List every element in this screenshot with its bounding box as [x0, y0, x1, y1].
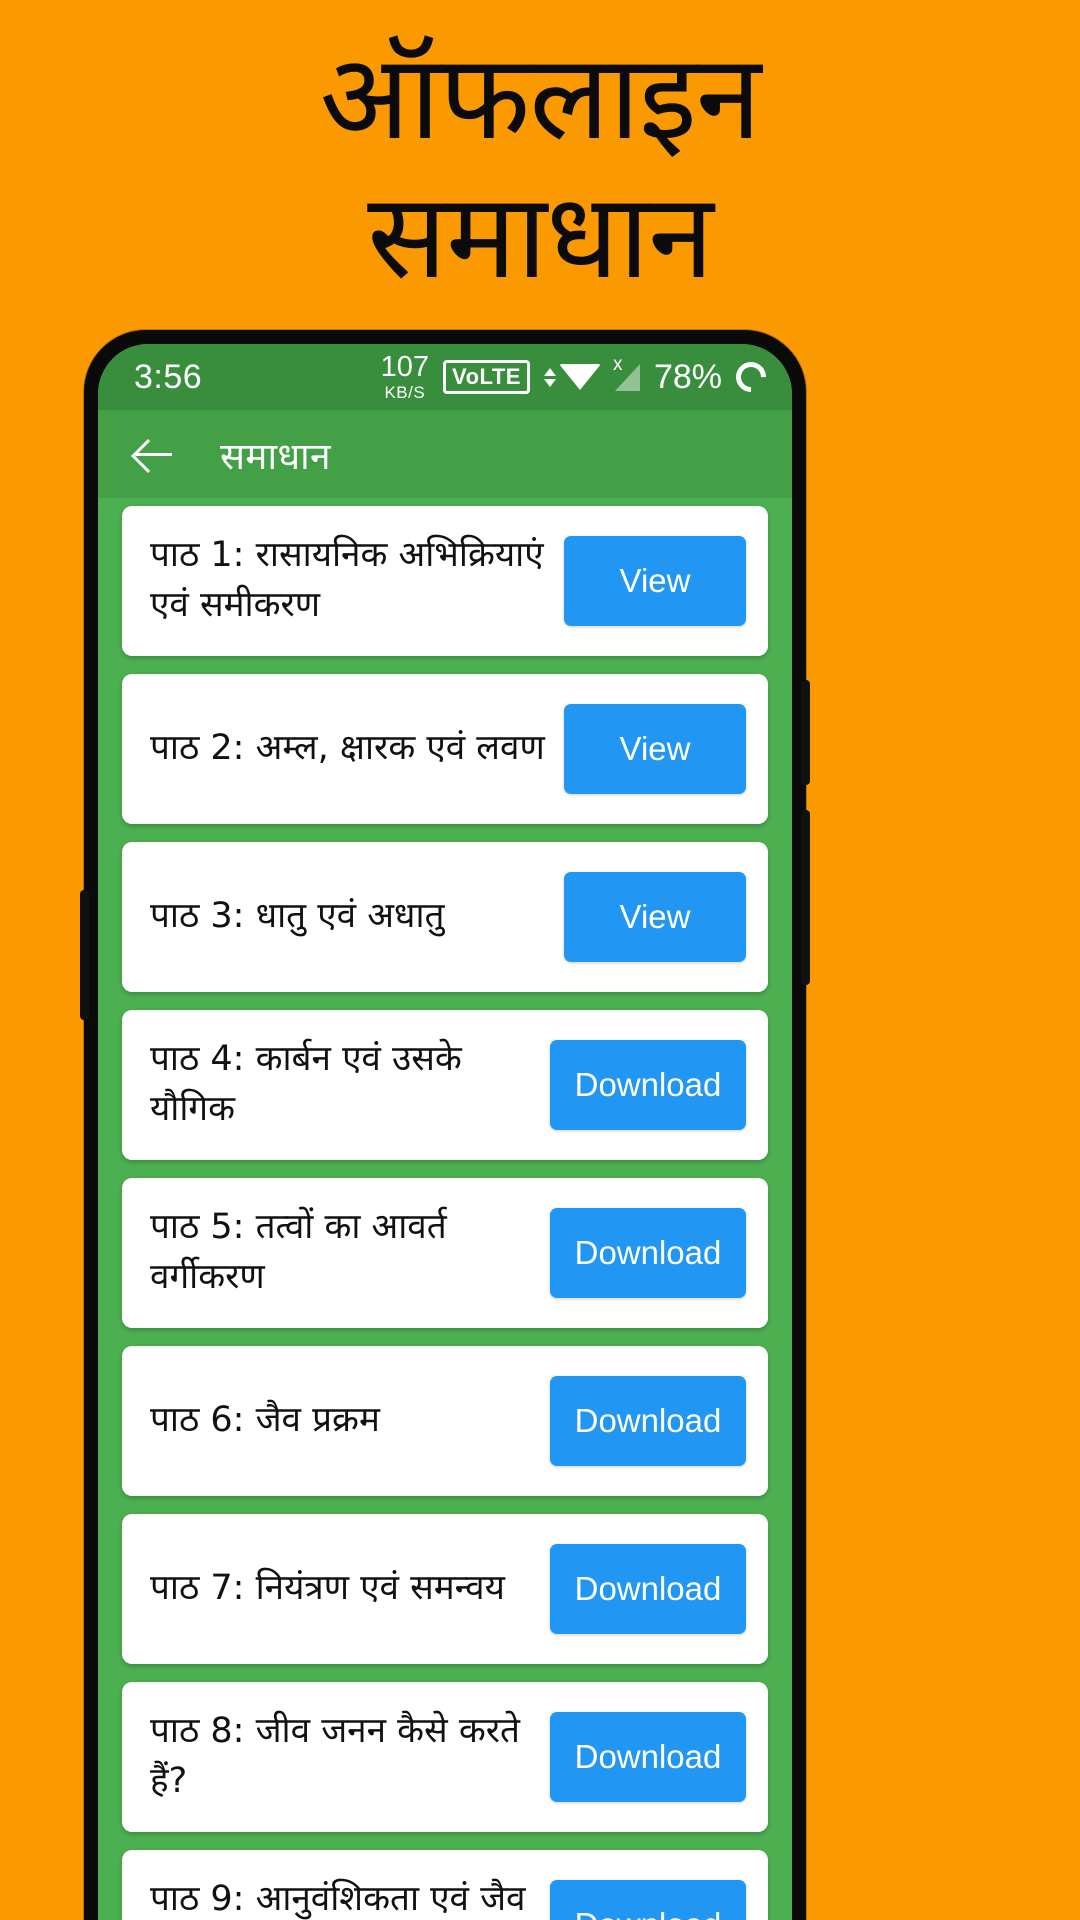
network-speed-unit: KB/S	[384, 383, 426, 402]
phone-mockup: 3:56 107 KB/S VoLTE x 78% समाधान पाठ 1: …	[80, 330, 810, 1920]
back-arrow-icon[interactable]	[132, 432, 176, 476]
volume-down-button[interactable]	[801, 810, 810, 985]
list-item[interactable]: पाठ 8: जीव जनन कैसे करते हैं? Download	[122, 1682, 768, 1832]
promo-headline-line-2: समाधान	[367, 167, 714, 306]
volte-icon: VoLTE	[443, 360, 530, 394]
list-item[interactable]: पाठ 3: धातु एवं अधातु View	[122, 842, 768, 992]
chapter-action-button[interactable]: Download	[550, 1376, 746, 1466]
chapter-action-button[interactable]: Download	[550, 1040, 746, 1130]
volume-up-button[interactable]	[801, 680, 810, 785]
cellular-signal-no-sim-icon: x	[613, 354, 640, 391]
status-bar-clock: 3:56	[134, 357, 203, 396]
battery-ring-icon	[729, 355, 773, 399]
battery-percent-label: 78%	[653, 357, 722, 396]
chapter-title: पाठ 6: जैव प्रक्रम	[150, 1400, 380, 1441]
chapter-title: पाठ 3: धातु एवं अधातु	[150, 896, 445, 937]
chapter-title: पाठ 4: कार्बन एवं उसके यौगिक	[150, 1039, 462, 1129]
chapter-action-button[interactable]: Download	[550, 1880, 746, 1920]
list-item[interactable]: पाठ 1: रासायनिक अभिक्रियाएं एवं समीकरण V…	[122, 506, 768, 656]
chapter-title: पाठ 2: अम्ल, क्षारक एवं लवण	[150, 728, 545, 769]
chapter-action-button[interactable]: View	[564, 536, 746, 626]
list-item[interactable]: पाठ 4: कार्बन एवं उसके यौगिक Download	[122, 1010, 768, 1160]
promo-headline: ऑफलाइन समाधान	[0, 28, 1080, 306]
chapter-action-button[interactable]: View	[564, 704, 746, 794]
list-item[interactable]: पाठ 5: तत्वों का आवर्त वर्गीकरण Download	[122, 1178, 768, 1328]
app-bar: समाधान	[98, 410, 792, 498]
chapter-action-button[interactable]: Download	[550, 1208, 746, 1298]
chapter-list[interactable]: पाठ 1: रासायनिक अभिक्रियाएं एवं समीकरण V…	[98, 498, 792, 1920]
chapter-title: पाठ 9: आनुवंशिकता एवं जैव विकास	[150, 1879, 526, 1920]
wifi-icon	[543, 364, 601, 390]
status-bar-icons: 107 KB/S VoLTE x 78%	[380, 351, 773, 402]
wifi-traffic-arrows-icon	[543, 367, 556, 387]
signal-x-badge: x	[612, 353, 623, 375]
list-item[interactable]: पाठ 9: आनुवंशिकता एवं जैव विकास Download	[122, 1850, 768, 1920]
chapter-title: पाठ 5: तत्वों का आवर्त वर्गीकरण	[150, 1207, 447, 1297]
network-speed-value: 107	[380, 351, 430, 383]
page-title: समाधान	[220, 434, 331, 478]
chapter-title: पाठ 1: रासायनिक अभिक्रियाएं एवं समीकरण	[150, 535, 544, 625]
chapter-action-button[interactable]: Download	[550, 1712, 746, 1802]
list-item[interactable]: पाठ 2: अम्ल, क्षारक एवं लवण View	[122, 674, 768, 824]
status-bar: 3:56 107 KB/S VoLTE x 78%	[98, 344, 792, 410]
phone-screen: 3:56 107 KB/S VoLTE x 78% समाधान पाठ 1: …	[98, 344, 792, 1920]
list-item[interactable]: पाठ 6: जैव प्रक्रम Download	[122, 1346, 768, 1496]
power-button[interactable]	[80, 890, 89, 1020]
chapter-action-button[interactable]: View	[564, 872, 746, 962]
list-item[interactable]: पाठ 7: नियंत्रण एवं समन्वय Download	[122, 1514, 768, 1664]
chapter-title: पाठ 7: नियंत्रण एवं समन्वय	[150, 1568, 505, 1609]
network-speed-indicator: 107 KB/S	[380, 351, 430, 402]
promo-headline-line-1: ऑफलाइन	[319, 28, 762, 166]
chapter-action-button[interactable]: Download	[550, 1544, 746, 1634]
chapter-title: पाठ 8: जीव जनन कैसे करते हैं?	[150, 1711, 520, 1801]
